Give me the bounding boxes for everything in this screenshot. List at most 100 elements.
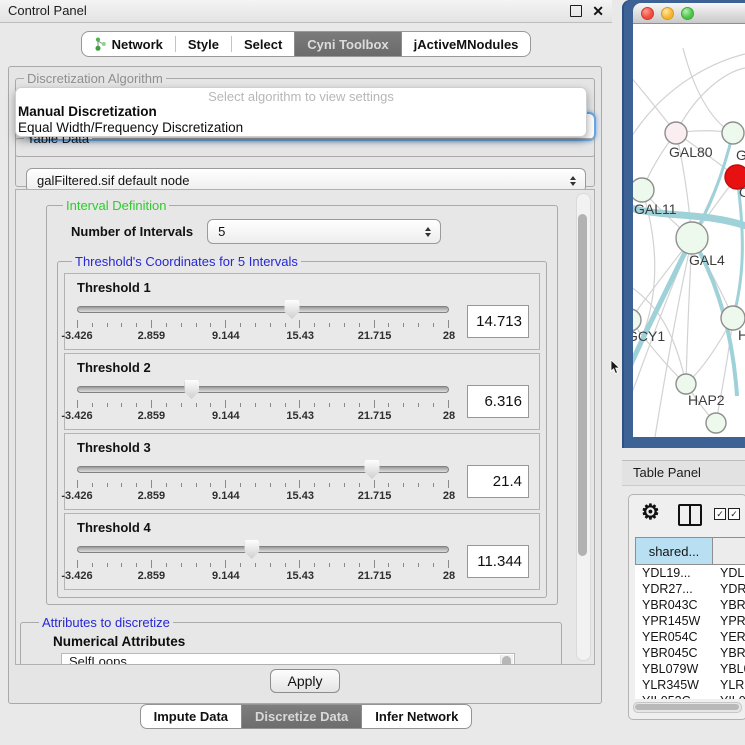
- table-cell[interactable]: YPR1: [713, 613, 745, 629]
- threshold-slider[interactable]: -3.4262.8599.14415.4321.71528: [75, 297, 451, 345]
- num-intervals-combobox[interactable]: 5: [207, 219, 441, 244]
- list-scrollbar[interactable]: [500, 655, 513, 665]
- tab-label: Select: [244, 37, 282, 52]
- table-row[interactable]: YER054C YER0: [635, 629, 745, 645]
- table-cell[interactable]: YER0: [713, 629, 745, 645]
- scrollbar-thumb[interactable]: [635, 704, 739, 711]
- list-item[interactable]: SelfLoops: [62, 654, 514, 665]
- minimize-traffic-light-icon[interactable]: [661, 7, 674, 20]
- slider-track[interactable]: [77, 466, 449, 473]
- split-columns-icon[interactable]: [678, 504, 702, 526]
- table-cell[interactable]: YBR0: [713, 597, 745, 613]
- numerical-attributes-list[interactable]: SelfLoopsTopologicalCoefficientBetweenne…: [61, 653, 515, 665]
- table-cell[interactable]: YDL1: [713, 565, 745, 581]
- tab-select[interactable]: Select: [232, 32, 294, 56]
- dropdown-option-equal-width-frequency[interactable]: Equal Width/Frequency Discretization: [16, 120, 586, 136]
- table-cell[interactable]: YIL0: [713, 693, 745, 699]
- table-cell[interactable]: YBL0: [713, 661, 745, 677]
- combobox-value: 5: [218, 220, 225, 243]
- network-canvas[interactable]: GAL80 GA C GAL11 GAL4 GCY1 H HAP2: [633, 24, 745, 437]
- table-row[interactable]: YLR345W YLR3: [635, 677, 745, 693]
- control-panel: Control Panel ✕ Network Style: [0, 0, 612, 745]
- spinner-arrows-icon: [425, 227, 431, 237]
- table-row[interactable]: YDL19... YDL1: [635, 565, 745, 581]
- network-view-window[interactable]: GAL80 GA C GAL11 GAL4 GCY1 H HAP2: [622, 0, 745, 448]
- thresholds-group: Threshold's Coordinates for 5 Intervals …: [57, 254, 547, 598]
- slider-scale-labels: -3.4262.8599.14415.4321.71528: [77, 570, 449, 583]
- table-row[interactable]: YIL052C YIL0: [635, 693, 745, 699]
- scrollbar-thumb[interactable]: [578, 214, 587, 556]
- slider-track[interactable]: [77, 306, 449, 313]
- column-header-name[interactable]: na: [713, 537, 745, 565]
- zoom-traffic-light-icon[interactable]: [681, 7, 694, 20]
- vertical-scrollbar[interactable]: [576, 193, 591, 661]
- tab-impute-data[interactable]: Impute Data: [141, 705, 241, 728]
- node-gal80[interactable]: [665, 122, 687, 144]
- node-bottom[interactable]: [706, 413, 726, 433]
- table-cell[interactable]: YIL052C: [635, 693, 713, 699]
- close-icon[interactable]: ✕: [592, 5, 604, 17]
- node-partial-top[interactable]: [722, 122, 744, 144]
- threshold-value-field[interactable]: 11.344: [467, 545, 529, 578]
- slider-thumb-icon[interactable]: [365, 460, 380, 479]
- network-window-titlebar[interactable]: [633, 3, 745, 24]
- column-header-shared[interactable]: shared...: [635, 537, 713, 565]
- table-cell[interactable]: YLR3: [713, 677, 745, 693]
- slider-thumb-icon[interactable]: [244, 540, 259, 559]
- group-title: Discretization Algorithm: [24, 71, 166, 86]
- node-gal4[interactable]: [676, 222, 708, 254]
- tab-network[interactable]: Network: [82, 32, 175, 56]
- slider-thumb-icon[interactable]: [284, 300, 299, 319]
- tab-jactivemnodules[interactable]: jActiveMNodules: [402, 32, 531, 56]
- table-cell[interactable]: YBR045C: [635, 645, 713, 661]
- checkbox-icon[interactable]: ✓: [728, 508, 740, 520]
- node-label: GAL11: [634, 201, 677, 217]
- network-nodes[interactable]: [633, 122, 745, 433]
- table-row[interactable]: YPR145W YPR1: [635, 613, 745, 629]
- table-row[interactable]: YDR27... YDR2: [635, 581, 745, 597]
- table-cell[interactable]: YDL19...: [635, 565, 713, 581]
- table-row[interactable]: YBL079W YBL0: [635, 661, 745, 677]
- tab-discretize-data[interactable]: Discretize Data: [241, 705, 362, 728]
- node-label: GA: [736, 147, 745, 163]
- node-label: H: [738, 327, 745, 343]
- spinner-arrows-icon: [570, 176, 576, 186]
- table-row[interactable]: YBR043C YBR0: [635, 597, 745, 613]
- apply-button[interactable]: Apply: [270, 669, 339, 693]
- num-intervals-label: Number of Intervals: [71, 224, 193, 239]
- threshold-value-field[interactable]: 6.316: [467, 385, 529, 418]
- float-window-icon[interactable]: [570, 5, 582, 17]
- checkbox-icon[interactable]: ✓: [714, 508, 726, 520]
- tab-infer-network[interactable]: Infer Network: [362, 705, 471, 728]
- dropdown-option-manual-discretization[interactable]: Manual Discretization: [16, 104, 586, 120]
- table-cell[interactable]: YPR145W: [635, 613, 713, 629]
- table-cell[interactable]: YBL079W: [635, 661, 713, 677]
- table-data-group: Table Data galFiltered.sif default node: [15, 131, 595, 187]
- threshold-slider[interactable]: -3.4262.8599.14415.4321.71528: [75, 377, 451, 425]
- slider-track[interactable]: [77, 386, 449, 393]
- threshold-value-field[interactable]: 21.4: [467, 465, 529, 498]
- table-cell[interactable]: YBR0: [713, 645, 745, 661]
- close-traffic-light-icon[interactable]: [641, 7, 654, 20]
- table-cell[interactable]: YDR2: [713, 581, 745, 597]
- network-icon: [94, 37, 107, 51]
- threshold-value-field[interactable]: 14.713: [467, 305, 529, 338]
- table-cell[interactable]: YLR345W: [635, 677, 713, 693]
- horizontal-scrollbar[interactable]: [633, 702, 742, 713]
- table-panel-title: Table Panel: [622, 461, 745, 485]
- table-row[interactable]: YBR045C YBR0: [635, 645, 745, 661]
- tab-style[interactable]: Style: [176, 32, 231, 56]
- slider-track[interactable]: [77, 546, 449, 553]
- tab-cyni-toolbox[interactable]: Cyni Toolbox: [294, 32, 401, 56]
- threshold-label: Threshold 2: [77, 360, 529, 375]
- threshold-slider[interactable]: -3.4262.8599.14415.4321.71528: [75, 537, 451, 585]
- node-hap2[interactable]: [676, 374, 696, 394]
- node-gal11[interactable]: [633, 178, 654, 202]
- table-cell[interactable]: YER054C: [635, 629, 713, 645]
- table-cell[interactable]: YDR27...: [635, 581, 713, 597]
- table-cell[interactable]: YBR043C: [635, 597, 713, 613]
- threshold-slider[interactable]: -3.4262.8599.14415.4321.71528: [75, 457, 451, 505]
- gear-icon[interactable]: ⚙: [641, 500, 660, 526]
- algorithm-dropdown-popup: Select algorithm to view settings Manual…: [15, 87, 587, 137]
- slider-thumb-icon[interactable]: [184, 380, 199, 399]
